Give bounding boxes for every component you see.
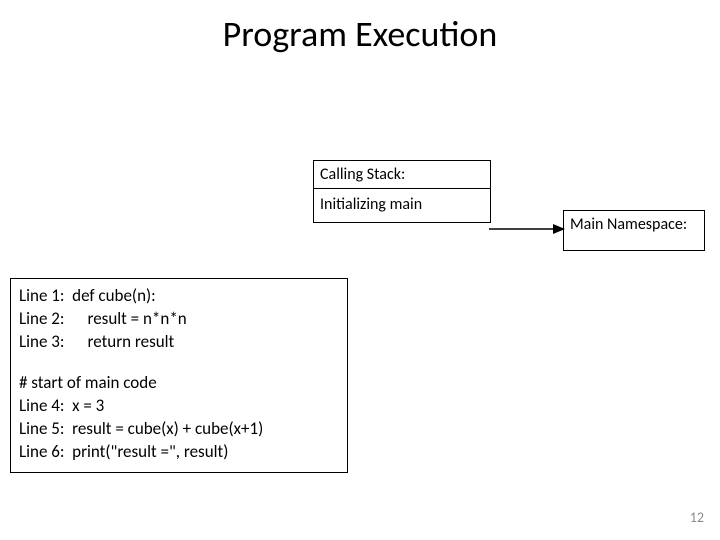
main-namespace-header: Main Namespace: bbox=[570, 215, 698, 234]
code-line-3: Line 3: return result bbox=[19, 331, 339, 354]
calling-stack-state: Initializing main bbox=[314, 189, 490, 222]
code-line-2: Line 2: result = n*n*n bbox=[19, 308, 339, 331]
page-title: Program Execution bbox=[0, 0, 720, 56]
main-namespace-box: Main Namespace: bbox=[563, 210, 705, 251]
calling-stack-box: Calling Stack: Initializing main bbox=[313, 160, 491, 223]
code-line-5: Line 5: result = cube(x) + cube(x+1) bbox=[19, 418, 339, 441]
code-line-1: Line 1: def cube(n): bbox=[19, 285, 339, 308]
calling-stack-header: Calling Stack: bbox=[314, 161, 490, 189]
code-comment: # start of main code bbox=[19, 372, 339, 395]
code-line-6: Line 6: print("result =", result) bbox=[19, 441, 339, 464]
blank-line bbox=[19, 354, 339, 372]
code-listing: Line 1: def cube(n): Line 2: result = n*… bbox=[10, 278, 348, 473]
page-number: 12 bbox=[690, 509, 704, 526]
code-line-4: Line 4: x = 3 bbox=[19, 395, 339, 418]
arrow-icon bbox=[489, 222, 565, 236]
